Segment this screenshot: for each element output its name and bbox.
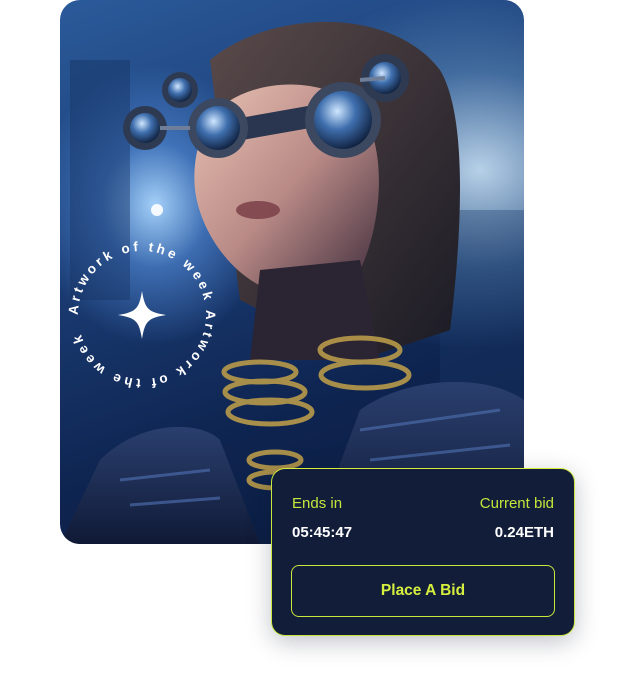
artwork-of-the-week-badge: Artwork of the week Artwork of the week (66, 239, 215, 391)
artwork-image: Artwork of the week Artwork of the week (60, 0, 524, 544)
countdown-timer: 05:45:47 (292, 524, 353, 541)
current-bid-label: Current bid (479, 495, 554, 512)
place-bid-button[interactable]: Place A Bid (291, 565, 555, 617)
ends-in-label: Ends in (292, 495, 343, 512)
sparkle-icon (118, 291, 166, 339)
current-bid-value: 0.24ETH (494, 524, 554, 541)
bid-card: Ends in 05:45:47 Current bid 0.24ETH Pla… (271, 468, 575, 636)
